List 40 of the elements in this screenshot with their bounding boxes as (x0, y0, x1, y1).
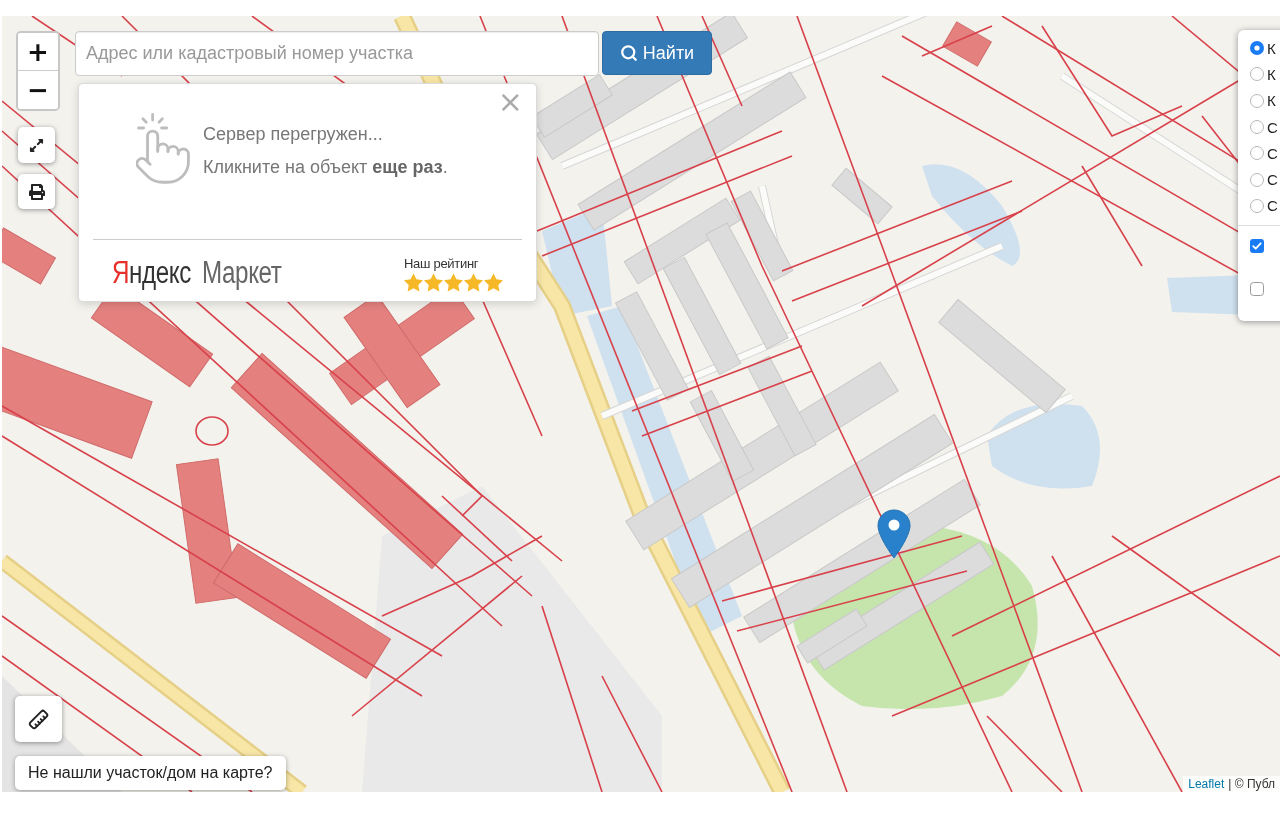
expand-icon (29, 137, 44, 153)
star-icon (464, 272, 483, 292)
not-found-button[interactable]: Не нашли участок/дом на карте? (15, 756, 286, 790)
radio-icon[interactable] (1250, 41, 1264, 56)
attribution-text: | © Публ (1228, 777, 1275, 791)
ruler-icon (28, 708, 49, 730)
layer-option[interactable]: С (1250, 166, 1280, 193)
star-icon (484, 272, 503, 292)
search-button[interactable]: Найти (602, 31, 712, 75)
star-icon (444, 272, 463, 292)
popup-message: Кликните на объект еще раз. (203, 156, 448, 179)
hand-pointer-icon (136, 113, 191, 185)
radio-icon[interactable] (1250, 172, 1264, 187)
ruler-button[interactable] (15, 696, 62, 742)
star-icon (404, 272, 423, 292)
radio-icon[interactable] (1250, 120, 1264, 135)
radio-icon[interactable] (1250, 146, 1264, 161)
rating-label: Наш рейтинг (404, 255, 479, 271)
search-icon (619, 44, 638, 62)
layer-option[interactable]: К (1250, 35, 1280, 62)
popup-message: Сервер перегружен... (203, 123, 384, 146)
layer-option[interactable]: К (1250, 87, 1280, 114)
radio-icon[interactable] (1250, 198, 1264, 213)
fullscreen-button[interactable] (18, 127, 55, 163)
printer-icon (28, 183, 45, 200)
checkbox[interactable] (1250, 239, 1264, 254)
layer-option[interactable]: С (1250, 140, 1280, 167)
search-field[interactable]: Адрес или кадастровый номер участка (75, 31, 599, 76)
layer-option[interactable]: К (1250, 61, 1280, 88)
print-button[interactable] (18, 174, 55, 209)
radio-icon[interactable] (1250, 67, 1264, 82)
attribution-link[interactable]: Leaflet (1188, 777, 1225, 791)
checkbox[interactable] (1250, 282, 1264, 297)
layer-option[interactable]: С (1250, 192, 1280, 220)
map-marker-icon[interactable] (877, 509, 911, 559)
layer-option[interactable]: С (1250, 113, 1280, 141)
radio-icon[interactable] (1250, 93, 1264, 108)
zoom-in-button[interactable]: + (18, 33, 58, 71)
star-icon (424, 272, 443, 292)
logo: Яндекс Маркет (112, 257, 282, 288)
